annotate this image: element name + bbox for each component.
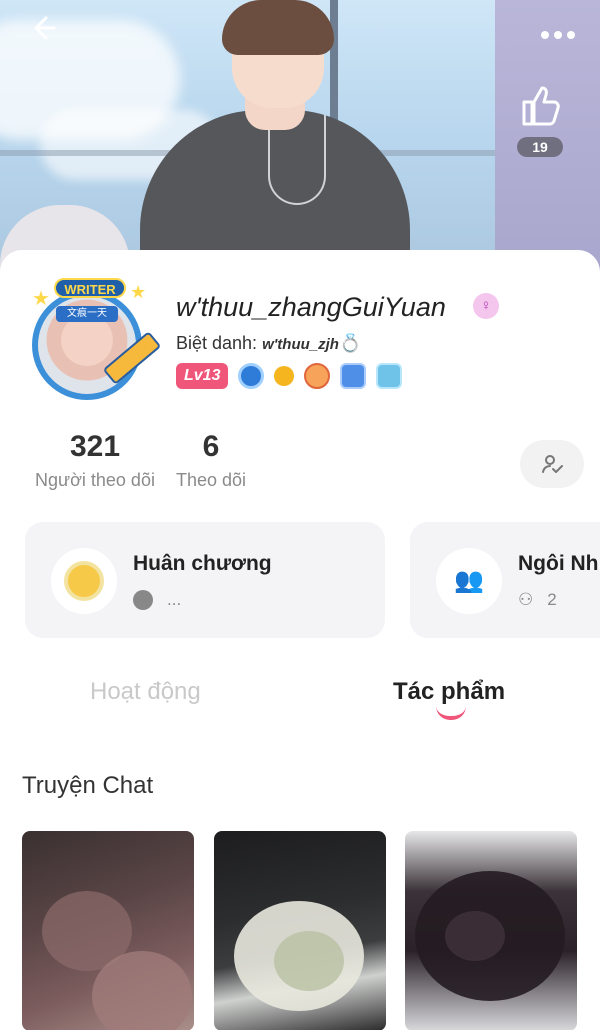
star-icon: ★ <box>32 288 50 310</box>
like-button[interactable]: 19 <box>516 82 564 157</box>
medals-sub: ... <box>133 590 181 610</box>
ring-icon: 💍 <box>338 333 362 353</box>
shield-badge-icon[interactable] <box>340 363 367 389</box>
star-icon: ★ <box>130 282 147 302</box>
medals-card[interactable]: Huân chương ... <box>25 522 385 638</box>
house-card[interactable]: 👥 Ngôi Nh ⚇ 2 <box>410 522 600 638</box>
following-label: Theo dõi <box>175 470 247 490</box>
small-badge-icon <box>133 590 153 610</box>
more-dots-icon <box>541 31 575 39</box>
tab-activity[interactable]: Hoạt động <box>90 678 201 706</box>
nickname-label: Biệt danh: <box>176 333 263 353</box>
arrow-left-icon <box>34 16 56 40</box>
house-member-count: 2 <box>547 590 557 609</box>
group-icon: 👥 <box>436 548 502 614</box>
back-button[interactable] <box>22 12 62 52</box>
story-thumbnail[interactable] <box>22 831 194 1030</box>
nickname-value: w'thuu_zjh <box>262 336 339 353</box>
banner-character-hair <box>222 0 334 55</box>
people-icon: ⚇ <box>518 590 534 609</box>
following-count: 6 <box>202 430 220 463</box>
tab-works[interactable]: Tác phẩm <box>393 678 505 706</box>
medal-badge-icon[interactable] <box>304 363 331 389</box>
thumbs-up-icon <box>522 86 560 126</box>
profile-banner <box>0 0 600 285</box>
water-drop-badge-icon[interactable] <box>238 363 265 389</box>
female-gender-icon: ♀ <box>473 293 499 319</box>
badges-row: Lv13 <box>176 362 403 390</box>
followers-stat[interactable]: 321 Người theo dõi <box>30 430 160 491</box>
diamond-badge-icon[interactable] <box>376 363 403 389</box>
user-check-icon <box>542 455 563 473</box>
story-thumbnail[interactable] <box>214 831 386 1030</box>
followers-label: Người theo dõi <box>35 470 155 490</box>
medals-title: Huân chương <box>133 552 272 575</box>
writer-badge: WRITER <box>54 278 126 298</box>
house-title: Ngôi Nh <box>518 552 599 575</box>
medals-sub-text: ... <box>167 590 182 609</box>
followers-count: 321 <box>69 430 121 463</box>
username: w'thuu_zhangGuiYuan <box>176 292 446 322</box>
avatar-tag: 文痕一天 <box>56 306 118 322</box>
gold-coin-badge-icon[interactable] <box>274 366 295 386</box>
following-stat[interactable]: 6 Theo dõi <box>168 430 254 491</box>
more-button[interactable] <box>538 16 578 46</box>
story-thumbnail[interactable] <box>405 831 577 1030</box>
section-title: Truyện Chat <box>22 772 154 799</box>
medal-icon <box>51 548 117 614</box>
avatar[interactable]: 文痕一天 WRITER ★ ★ <box>18 278 162 408</box>
house-sub: ⚇ 2 <box>518 590 557 610</box>
follow-user-button[interactable] <box>520 440 584 488</box>
nickname-row: Biệt danh: w'thuu_zjh💍 <box>176 333 361 354</box>
like-count: 19 <box>517 137 563 157</box>
level-badge[interactable]: Lv13 <box>176 363 229 389</box>
